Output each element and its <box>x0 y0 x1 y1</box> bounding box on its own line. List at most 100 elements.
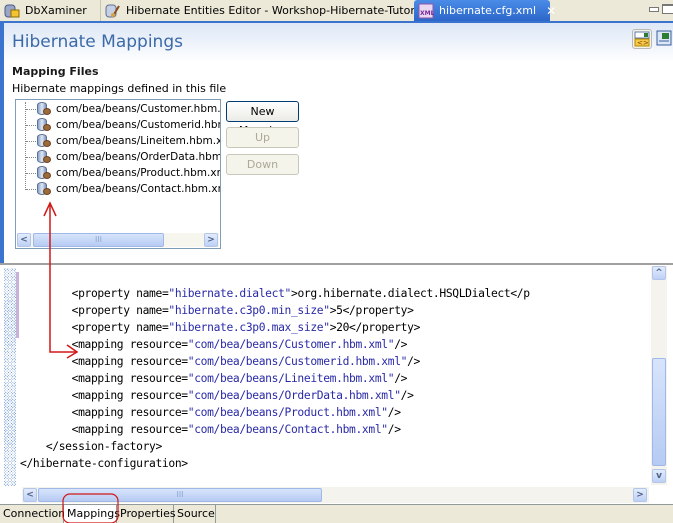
design-view-button[interactable] <box>655 29 673 49</box>
xml-tag: /> <box>387 423 401 436</box>
mapping-file-item[interactable]: com/bea/beans/OrderData.hbm.xml <box>16 149 220 165</box>
xml-attr: name= <box>136 321 169 334</box>
hibernate-mapping-icon <box>37 150 51 164</box>
xml-val: "com/bea/beans/Customer.hbm.xml" <box>187 338 395 351</box>
scroll-left-button[interactable]: < <box>23 488 37 502</box>
code-line[interactable]: </session-factory> <box>20 438 530 455</box>
hibernate-mapping-icon <box>37 118 51 132</box>
tab-hibernate-cfg-xml[interactable]: XML hibernate.cfg.xml ✕ <box>414 0 556 21</box>
maximize-button[interactable] <box>662 4 673 14</box>
mapping-file-label: com/bea/beans/Lineitem.hbm.xml <box>56 135 221 147</box>
editor-vertical-scrollbar[interactable]: ^ v <box>651 266 667 485</box>
mapping-file-item[interactable]: com/bea/beans/Contact.hbm.xml <box>16 181 221 197</box>
tab-mappings[interactable]: Mappings <box>64 505 120 523</box>
mapping-file-item[interactable]: com/bea/beans/Product.hbm.xml <box>16 165 221 181</box>
scroll-up-button[interactable]: ^ <box>652 266 666 280</box>
xml-val: "hibernate.c3p0.max_size" <box>168 321 330 334</box>
mapping-file-label: com/bea/beans/Customer.hbm.xml <box>56 103 221 115</box>
up-button[interactable]: Up <box>226 127 299 148</box>
xml-tag: <property <box>71 287 137 300</box>
code-line[interactable]: <mapping resource="com/bea/beans/Contact… <box>20 421 530 438</box>
code-line[interactable]: <property name="hibernate.c3p0.min_size"… <box>20 302 530 319</box>
overview-ruler <box>4 268 16 486</box>
xml-attr: name= <box>136 304 169 317</box>
tab-label: DbXaminer <box>25 4 87 17</box>
xml-file-icon: XML <box>418 3 435 19</box>
editor-tab-bar: DbXaminer Hibernate Entities Editor - Wo… <box>0 0 673 23</box>
minimize-button[interactable] <box>648 4 660 14</box>
scroll-left-button[interactable]: < <box>17 233 31 247</box>
scroll-down-button[interactable]: v <box>652 469 666 483</box>
xml-val: "com/bea/beans/Lineitem.hbm.xml" <box>187 372 395 385</box>
tab-label: Hibernate Entities Editor - Workshop-Hib… <box>126 4 428 17</box>
new-mapping-button[interactable]: New Mapping <box>226 101 299 137</box>
mapping-files-description: Hibernate mappings defined in this file <box>12 82 227 95</box>
xml-val: "com/bea/beans/Contact.hbm.xml" <box>187 423 388 436</box>
xml-attr: resource= <box>129 355 188 368</box>
close-tab-icon[interactable]: ✕ <box>546 4 556 18</box>
hibernate-mapping-icon <box>37 134 51 148</box>
code-line[interactable]: <mapping resource="com/bea/beans/Custome… <box>20 336 530 353</box>
code-line[interactable]: <property name="hibernate.dialect">org.h… <box>20 285 530 302</box>
xml-attr: resource= <box>129 406 188 419</box>
xml-source-editor[interactable]: <property name="hibernate.dialect">org.h… <box>0 265 673 505</box>
xml-val: "com/bea/beans/Product.hbm.xml" <box>187 406 388 419</box>
code-line[interactable]: </hibernate-configuration> <box>20 455 530 472</box>
xml-tag: <mapping <box>71 406 130 419</box>
tab-hibernate-entities-editor[interactable]: Hibernate Entities Editor - Workshop-Hib… <box>100 0 428 21</box>
scroll-right-button[interactable]: > <box>204 233 218 247</box>
tab-label: hibernate.cfg.xml <box>439 4 537 17</box>
xml-val: "com/bea/beans/OrderData.hbm.xml" <box>187 389 401 402</box>
scroll-thumb[interactable]: III <box>33 233 164 247</box>
xml-tag: <mapping <box>71 389 130 402</box>
xml-tag: <mapping <box>71 372 130 385</box>
scroll-right-button[interactable]: > <box>633 488 647 502</box>
hibernate-mapping-icon <box>37 102 51 116</box>
db-examiner-icon <box>4 3 20 19</box>
tab-properties[interactable]: Properties <box>117 505 176 523</box>
xml-val: "com/bea/beans/Customerid.hbm.xml" <box>187 355 408 368</box>
xml-txt: 5</property> <box>336 304 414 317</box>
xml-tag: /> <box>394 338 408 351</box>
hibernate-mapping-icon <box>37 166 51 180</box>
editor-horizontal-scrollbar[interactable]: < III > <box>22 487 649 503</box>
mapping-files-tree[interactable]: com/bea/beans/Customer.hbm.xml com/bea/b… <box>15 99 221 249</box>
source-view-button[interactable]: <> <box>632 29 652 49</box>
change-marker <box>16 272 19 338</box>
xml-tag: /> <box>400 389 414 402</box>
xml-val: "hibernate.dialect" <box>168 287 291 300</box>
xml-tag: /> <box>387 406 401 419</box>
mapping-file-item[interactable]: com/bea/beans/Customer.hbm.xml <box>16 101 221 117</box>
mapping-file-label: com/bea/beans/Product.hbm.xml <box>56 167 221 179</box>
xml-attr: name= <box>136 287 169 300</box>
tab-source[interactable]: Source <box>174 505 216 523</box>
svg-text:XML: XML <box>420 10 434 17</box>
code-text[interactable]: <property name="hibernate.dialect">org.h… <box>20 285 530 472</box>
code-line[interactable]: <property name="hibernate.c3p0.max_size"… <box>20 319 530 336</box>
xml-tag: <mapping <box>71 355 130 368</box>
tree-horizontal-scrollbar[interactable]: < III > <box>17 233 219 247</box>
down-button[interactable]: Down <box>226 154 299 175</box>
tab-connection[interactable]: Connection <box>0 505 65 523</box>
tab-dbxaminer[interactable]: DbXaminer <box>0 0 99 21</box>
xml-tag: </session-factory> <box>45 440 162 453</box>
mapping-file-label: com/bea/beans/Customerid.hbm.xml <box>56 119 220 131</box>
mapping-file-label: com/bea/beans/Contact.hbm.xml <box>56 183 221 195</box>
scroll-thumb[interactable] <box>652 358 666 466</box>
code-line[interactable]: <mapping resource="com/bea/beans/Product… <box>20 404 530 421</box>
xml-txt: 20</property> <box>336 321 421 334</box>
mapping-file-item[interactable]: com/bea/beans/Lineitem.hbm.xml <box>16 133 221 149</box>
xml-tag: /> <box>394 372 408 385</box>
xml-tag: </hibernate-configuration> <box>20 457 188 470</box>
code-line[interactable]: <mapping resource="com/bea/beans/Lineite… <box>20 370 530 387</box>
xml-attr: resource= <box>129 389 188 402</box>
hibernate-mapping-icon <box>37 182 51 196</box>
code-line[interactable]: <mapping resource="com/bea/beans/OrderDa… <box>20 387 530 404</box>
page-title: Hibernate Mappings <box>12 32 183 52</box>
editor-page-tabs: Connection Mappings Properties Source <box>0 504 673 523</box>
xml-attr: resource= <box>129 372 188 385</box>
xml-tag: <property <box>71 321 137 334</box>
code-line[interactable]: <mapping resource="com/bea/beans/Custome… <box>20 353 530 370</box>
mapping-file-item[interactable]: com/bea/beans/Customerid.hbm.xml <box>16 117 220 133</box>
scroll-thumb[interactable]: III <box>38 488 322 502</box>
